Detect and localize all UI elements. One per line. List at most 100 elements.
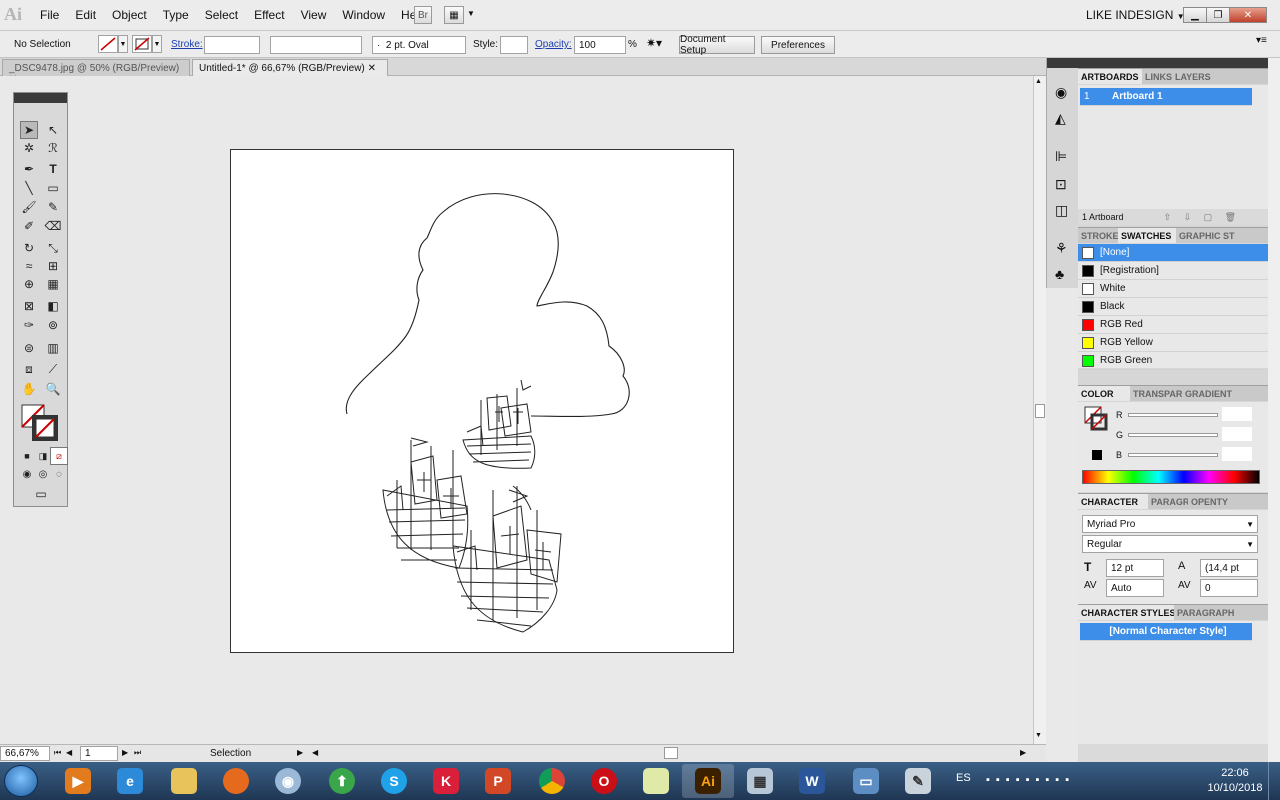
free-transform-icon[interactable]: ⊞ [44,257,62,275]
artboard[interactable] [230,149,734,653]
taskbar-internet-explorer[interactable]: e [104,764,156,798]
zoom-field[interactable]: 66,67% [0,746,50,761]
r-slider[interactable] [1128,413,1218,417]
scroll-thumb[interactable] [1035,404,1045,418]
scroll-down-icon[interactable]: ▼ [1035,732,1042,739]
kerning-field[interactable]: Auto [1106,579,1164,597]
tab-paragraph[interactable]: PARAGR [1148,494,1188,509]
clock-date[interactable]: 10/10/2018 [1204,782,1266,794]
panels-header[interactable] [1078,58,1268,68]
tab-character[interactable]: CHARACTER [1078,494,1148,509]
taskbar-opera[interactable]: O [578,764,630,798]
b-slider[interactable] [1128,453,1218,457]
bridge-button[interactable]: Br [414,6,432,24]
tab-character-styles[interactable]: CHARACTER STYLES [1078,605,1174,620]
prev-page-icon[interactable]: ◀ [66,748,72,757]
line-tool-icon[interactable]: ╲ [20,179,38,197]
fill-stroke-indicator[interactable] [1084,406,1108,432]
next-page-icon[interactable]: ▶ [122,748,128,757]
rotate-tool-icon[interactable]: ↻ [20,239,38,257]
chevron-down-icon[interactable]: ▼ [152,35,162,53]
fill-stroke-widget[interactable] [20,403,60,443]
taskbar-calculator[interactable]: ▦ [734,764,786,798]
style-normal-character[interactable]: [Normal Character Style] [1080,623,1252,641]
taskbar-skype[interactable]: S [368,764,420,798]
rectangle-tool-icon[interactable]: ▭ [44,179,62,197]
taskbar-firefox[interactable] [210,764,262,798]
tab-stroke[interactable]: STROKE [1078,228,1118,243]
taskbar-webcam[interactable]: ◉ [262,764,314,798]
brushes-icon[interactable]: ⚘ [1055,240,1068,257]
tab-swatches[interactable]: SWATCHES [1118,228,1176,243]
panel-scrollbar[interactable] [1268,58,1280,762]
recolor-icon[interactable]: ✷▾ [646,36,662,50]
perspective-grid-icon[interactable]: ▦ [44,275,62,293]
last-color-chip[interactable] [1092,450,1102,460]
font-size-field[interactable]: 12 pt [1106,559,1164,577]
tab-dsc9478[interactable]: _DSC9478.jpg @ 50% (RGB/Preview) ✕ [2,59,190,85]
taskbar-paint[interactable]: ✎ [892,764,944,798]
align-icon[interactable]: ⊫ [1055,148,1067,165]
taskbar-file-explorer[interactable] [158,764,210,798]
lasso-icon[interactable]: ℛ [44,139,62,157]
tools-panel-header[interactable] [14,93,67,103]
menu-window[interactable]: Window [334,8,393,22]
restore-button[interactable]: ❐ [1206,7,1230,23]
b-field[interactable] [1222,447,1252,461]
taskbar-android-emulator[interactable]: ⬆ [316,764,368,798]
taskbar-powerpoint[interactable]: P [472,764,524,798]
font-style-select[interactable]: Regular ▼ [1082,535,1258,553]
symbols-icon[interactable]: ♣ [1055,266,1064,282]
clock-time[interactable]: 22:06 [1212,767,1258,779]
start-button[interactable] [4,765,38,797]
screen-mode-icon[interactable]: ▭ [30,485,52,503]
show-desktop-button[interactable] [1268,762,1280,800]
g-field[interactable] [1222,427,1252,441]
taskbar-illustrator[interactable]: Ai [682,764,734,798]
status-menu-icon[interactable]: ▶ [297,748,303,757]
g-slider[interactable] [1128,433,1218,437]
hscroll-thumb[interactable] [664,747,678,759]
menu-effect[interactable]: Effect [246,8,292,22]
close-button[interactable]: ✕ [1229,7,1267,23]
menu-edit[interactable]: Edit [67,8,104,22]
mesh-tool-icon[interactable]: ⊠ [20,297,38,315]
eraser-icon[interactable]: ⌫ [44,217,62,235]
menu-select[interactable]: Select [197,8,246,22]
pathfinder-icon[interactable]: ◫ [1055,202,1068,219]
minimize-button[interactable]: ▁ [1183,7,1207,23]
taskbar-photo-gallery[interactable]: ▭ [840,764,892,798]
symbol-sprayer-icon[interactable]: ⊜ [20,339,38,357]
eyedropper-icon[interactable]: ✑ [20,316,38,334]
chevron-down-icon[interactable]: ▼ [118,35,128,53]
close-icon[interactable]: ✕ [368,63,376,74]
pen-tool-icon[interactable]: ✒ [20,160,38,178]
tracking-field[interactable]: 0 [1200,579,1258,597]
opacity-link[interactable]: Opacity: [535,39,572,50]
tab-layers[interactable]: LAYERS [1172,69,1212,84]
slice-tool-icon[interactable]: ⟋ [44,360,62,378]
blob-brush-icon[interactable]: ✐ [20,217,38,235]
direct-selection-tool-icon[interactable]: ↖ [44,121,62,139]
workspace-switcher[interactable]: LIKE INDESIGN ▼ [1086,8,1185,22]
taskbar-photos[interactable] [630,764,682,798]
artboard-actions-icon[interactable]: ⇧ ⇩ ▢ 🗑 [1164,212,1237,222]
gradient-tool-icon[interactable]: ◧ [44,297,62,315]
swatch-rgb-red[interactable]: RGB Red [1078,316,1268,334]
taskbar-chrome[interactable] [526,764,578,798]
stroke-link[interactable]: Stroke: [171,39,203,50]
first-page-icon[interactable]: ⏮ [54,748,61,758]
warp-tool-icon[interactable]: ≈ [20,257,38,275]
chevron-down-icon[interactable]: ▼ [467,9,475,18]
graphic-styles-icon[interactable]: ◭ [1055,110,1066,127]
scroll-up-icon[interactable]: ▲ [1035,78,1042,85]
tab-gradient[interactable]: GRADIENT [1182,386,1232,401]
style-field[interactable] [500,36,528,54]
font-family-select[interactable]: Myriad Pro ▼ [1082,515,1258,533]
menu-type[interactable]: Type [155,8,197,22]
swatch-registration[interactable]: [Registration] [1078,262,1268,280]
stroke-swatch[interactable] [132,35,152,53]
paintbrush-icon[interactable]: 🖌 [20,198,38,216]
tab-opentype[interactable]: OPENTY [1188,494,1228,509]
menu-object[interactable]: Object [104,8,155,22]
